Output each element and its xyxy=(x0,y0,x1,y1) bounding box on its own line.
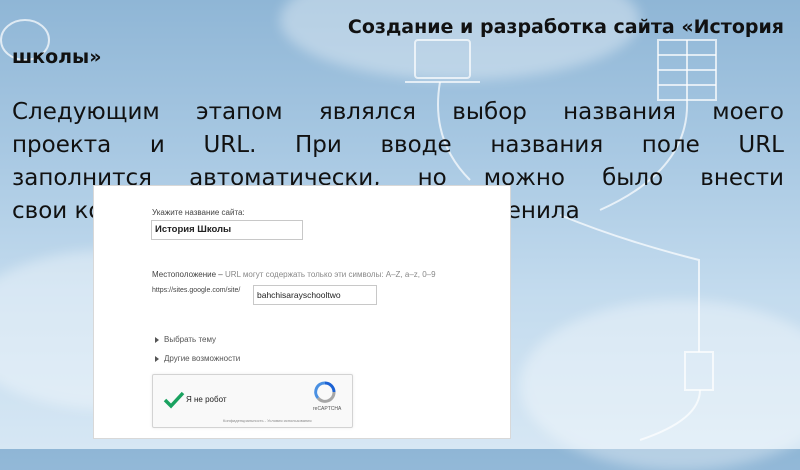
url-input[interactable]: bahchisarayschooltwo xyxy=(253,285,377,305)
location-label-text: Местоположение – xyxy=(152,270,223,279)
router-icon xyxy=(684,351,714,391)
recaptcha-fine-print[interactable]: Конфиденциальность - Условия использован… xyxy=(223,418,312,423)
recaptcha-widget: Я не робот reCAPTCHA Конфиденциальность … xyxy=(152,374,353,428)
more-options-link[interactable]: Другие возможности xyxy=(164,354,240,363)
url-prefix: https://sites.google.com/site/ xyxy=(152,287,241,294)
recaptcha-logo-icon xyxy=(314,381,336,403)
choose-theme-link[interactable]: Выбрать тему xyxy=(164,335,216,344)
body-line: Следующим этапом являлся выбор названия … xyxy=(12,99,784,125)
slide-title-line-1: Создание и разработка сайта «История xyxy=(347,16,784,38)
location-hint: URL могут содержать только эти символы: … xyxy=(225,270,436,279)
location-label: Местоположение – URL могут содержать тол… xyxy=(152,270,436,279)
recaptcha-brand: reCAPTCHA xyxy=(313,406,342,412)
slide-title: Создание и разработка сайта «История шко… xyxy=(12,12,784,72)
captcha-label: Я не робот xyxy=(186,395,227,404)
slide-title-line-2: школы» xyxy=(12,46,102,68)
expand-arrow-icon xyxy=(155,356,159,362)
checkmark-icon[interactable] xyxy=(163,391,185,409)
site-name-label: Укажите название сайта: xyxy=(152,208,245,217)
body-line: проекта и URL. При вводе названия поле U… xyxy=(12,132,784,158)
expand-arrow-icon xyxy=(155,337,159,343)
site-creation-screenshot: Укажите название сайта: История Школы Ме… xyxy=(94,186,510,438)
site-name-input[interactable]: История Школы xyxy=(151,220,303,240)
